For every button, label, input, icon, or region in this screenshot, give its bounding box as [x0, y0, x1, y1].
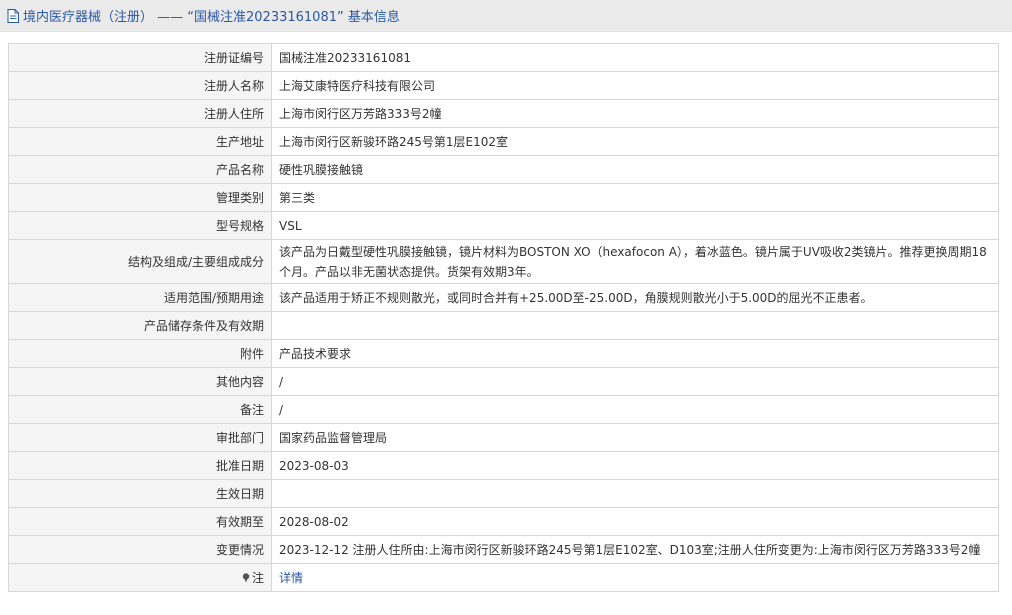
table-row: 管理类别 第三类	[8, 183, 999, 212]
page: 境内医疗器械（注册） —— “国械注准20233161081” 基本信息 注册证…	[0, 0, 1012, 615]
table-row: 注册人住所 上海市闵行区万芳路333号2幢	[8, 99, 999, 128]
field-value-management-category: 第三类	[271, 183, 999, 212]
field-value-approval-department: 国家药品监督管理局	[271, 423, 999, 452]
field-label: 备注	[8, 395, 272, 424]
table-row: 其他内容 /	[8, 367, 999, 396]
field-label: 管理类别	[8, 183, 272, 212]
note-label-cell: 注	[8, 563, 272, 592]
field-label: 适用范围/预期用途	[8, 283, 272, 312]
table-row: 注 详情	[8, 563, 999, 592]
field-value-product-name: 硬性巩膜接触镜	[271, 155, 999, 184]
field-label: 注册人住所	[8, 99, 272, 128]
pin-icon	[242, 572, 250, 583]
field-value-remarks: /	[271, 395, 999, 424]
table-row: 生效日期	[8, 479, 999, 508]
field-value-change-history: 2023-12-12 注册人住所由:上海市闵行区新骏环路245号第1层E102室…	[271, 535, 999, 564]
field-value-registrant-address: 上海市闵行区万芳路333号2幢	[271, 99, 999, 128]
field-value-structure-composition: 该产品为日戴型硬性巩膜接触镜，镜片材料为BOSTON XO（hexafocon …	[271, 239, 999, 284]
table-row: 型号规格 VSL	[8, 211, 999, 240]
registration-info-table: 注册证编号 国械注准20233161081 注册人名称 上海艾康特医疗科技有限公…	[8, 43, 999, 592]
table-row: 注册证编号 国械注准20233161081	[8, 43, 999, 72]
table-row: 注册人名称 上海艾康特医疗科技有限公司	[8, 71, 999, 100]
field-label: 注	[251, 570, 264, 585]
note-value-cell: 详情	[271, 563, 999, 592]
document-icon	[7, 8, 19, 23]
table-row: 变更情况 2023-12-12 注册人住所由:上海市闵行区新骏环路245号第1层…	[8, 535, 999, 564]
table-row: 附件 产品技术要求	[8, 339, 999, 368]
field-label: 生产地址	[8, 127, 272, 156]
field-value-production-address: 上海市闵行区新骏环路245号第1层E102室	[271, 127, 999, 156]
table-row: 生产地址 上海市闵行区新骏环路245号第1层E102室	[8, 127, 999, 156]
table-row: 产品储存条件及有效期	[8, 311, 999, 340]
table-row: 备注 /	[8, 395, 999, 424]
field-value-attachment: 产品技术要求	[271, 339, 999, 368]
field-label: 产品名称	[8, 155, 272, 184]
field-label: 生效日期	[8, 479, 272, 508]
page-title: 境内医疗器械（注册） —— “国械注准20233161081” 基本信息	[23, 10, 400, 25]
table-row: 批准日期 2023-08-03	[8, 451, 999, 480]
field-value-other-content: /	[271, 367, 999, 396]
field-value-model-spec: VSL	[271, 211, 999, 240]
table-row: 有效期至 2028-08-02	[8, 507, 999, 536]
field-label: 有效期至	[8, 507, 272, 536]
field-label: 审批部门	[8, 423, 272, 452]
field-value-valid-until: 2028-08-02	[271, 507, 999, 536]
table-row: 产品名称 硬性巩膜接触镜	[8, 155, 999, 184]
field-value-effective-date	[271, 479, 999, 508]
field-value-intended-use: 该产品适用于矫正不规则散光，或同时合并有+25.00D至-25.00D，角膜规则…	[271, 283, 999, 312]
field-value-approval-date: 2023-08-03	[271, 451, 999, 480]
field-label: 结构及组成/主要组成成分	[8, 239, 272, 284]
field-value-registration-number: 国械注准20233161081	[271, 43, 999, 72]
field-label: 注册证编号	[8, 43, 272, 72]
field-value-storage-conditions	[271, 311, 999, 340]
field-label: 其他内容	[8, 367, 272, 396]
title-bar: 境内医疗器械（注册） —— “国械注准20233161081” 基本信息	[0, 0, 1012, 32]
details-link[interactable]: 详情	[279, 571, 303, 585]
field-label: 变更情况	[8, 535, 272, 564]
field-label: 型号规格	[8, 211, 272, 240]
field-label: 批准日期	[8, 451, 272, 480]
field-label: 附件	[8, 339, 272, 368]
field-label: 注册人名称	[8, 71, 272, 100]
table-row: 结构及组成/主要组成成分 该产品为日戴型硬性巩膜接触镜，镜片材料为BOSTON …	[8, 239, 999, 284]
field-value-registrant-name: 上海艾康特医疗科技有限公司	[271, 71, 999, 100]
table-row: 审批部门 国家药品监督管理局	[8, 423, 999, 452]
table-row: 适用范围/预期用途 该产品适用于矫正不规则散光，或同时合并有+25.00D至-2…	[8, 283, 999, 312]
field-label: 产品储存条件及有效期	[8, 311, 272, 340]
